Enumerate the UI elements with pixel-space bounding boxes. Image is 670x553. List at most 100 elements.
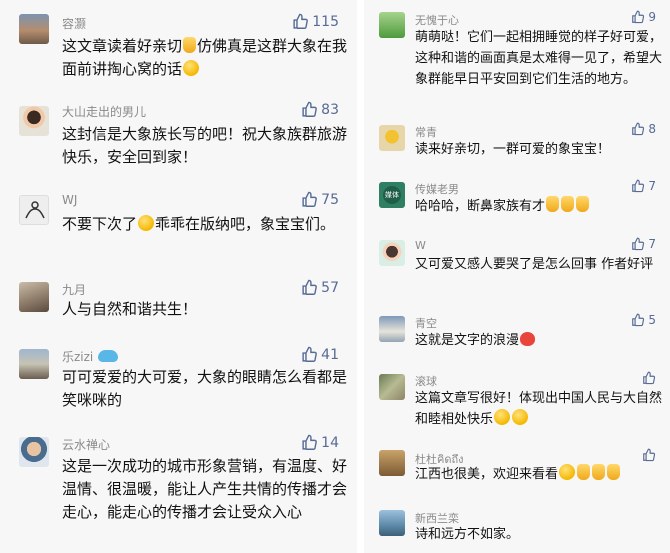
avatar[interactable] [19,349,49,379]
avatar[interactable] [379,125,405,151]
thumbs-up-emoji-icon [546,196,560,212]
like-count: 8 [648,122,656,136]
smile-emoji-icon [512,409,529,425]
thumbs-up-icon [631,237,645,251]
comment-author[interactable]: 青空 [415,315,437,331]
comment-item: 容灏 115 这文章读着好亲切 仿佛真是这群大象在我面前讲掏心窝的话 [0,0,357,88]
like-button[interactable]: 115 [292,13,339,30]
thumbs-up-emoji-icon [576,196,590,212]
like-count: 5 [648,313,656,327]
avatar[interactable] [19,282,49,312]
like-count: 7 [648,179,656,193]
comment-author[interactable]: W [415,239,426,252]
avatar[interactable] [379,12,405,38]
avatar[interactable] [379,374,405,400]
comment-item: 乐zizi 41 可可爱爱的大可爱，大象的眼睛怎么看都是笑咪咪的 [0,335,357,423]
thumbs-up-emoji-icon [561,196,575,212]
comment-author[interactable]: 无愧于心 [415,12,459,28]
sweat-emoji-icon [138,215,155,231]
comment-text: 诗和远方不如家。 [415,527,520,542]
avatar[interactable] [19,195,49,225]
like-button[interactable]: 9 [631,10,656,24]
grin-emoji-icon [183,60,200,76]
comment-text-part: 这篇文章写很好！体现出中国人民与大自然和睦相处快乐 [415,391,663,427]
like-button[interactable]: 75 [301,191,339,208]
comment-author[interactable]: WJ [62,193,77,207]
comment-text: 可可爱爱的大可爱，大象的眼睛怎么看都是笑咪咪的 [62,368,348,409]
comment-item: 常青 8 读来好亲切，一群可爱的象宝宝！ [364,113,670,170]
comment-text-part: 乖乖在版纳吧，象宝宝们。 [155,215,336,233]
comment-text-part: 江西也很美，欢迎来看看 [415,467,559,482]
avatar[interactable] [379,450,405,476]
like-button[interactable] [642,371,656,385]
comment-author-text: 乐zizi [62,350,94,364]
avatar[interactable] [379,316,405,342]
comment-text: 江西也很美，欢迎来看看 [415,464,667,485]
comment-item: 滚球 这篇文章写很好！体现出中国人民与大自然和睦相处快乐 [364,361,670,440]
thumbs-up-icon [301,434,318,451]
like-button[interactable]: 8 [631,122,656,136]
like-button[interactable]: 83 [301,101,339,118]
comments-column-right: 无愧于心 9 萌萌哒！它们一起相拥睡觉的样子好可爱，这种和谐的画面真是太难得一见… [364,0,670,553]
comment-text: 又可爱又感人要哭了是怎么回事 作者好评 [415,257,654,272]
thumbs-up-icon [292,13,309,30]
avatar[interactable] [379,510,405,536]
comment-text: 不要下次了 乖乖在版纳吧，象宝宝们。 [62,213,352,236]
comment-author[interactable]: 乐zizi [62,348,119,365]
like-count: 9 [648,10,656,24]
like-button[interactable]: 7 [631,179,656,193]
thumbs-up-emoji-icon [592,464,606,480]
avatar[interactable] [19,437,49,467]
thumbs-up-icon [631,122,645,136]
thumbs-up-icon [631,10,645,24]
comment-text: 读来好亲切，一群可爱的象宝宝！ [415,142,611,157]
smile-emoji-icon [494,409,511,425]
thumbs-up-icon [301,191,318,208]
comment-author[interactable]: 容灏 [62,15,86,32]
avatar-text: 媒体 [383,186,401,204]
like-count: 83 [321,101,339,118]
thumbs-up-emoji-icon [607,464,621,480]
comment-item: 新西兰栾 诗和远方不如家。 [364,502,670,553]
comment-text: 萌萌哒！它们一起相拥睡觉的样子好可爱，这种和谐的画面真是太难得一见了，希望大象群… [415,30,663,87]
avatar[interactable] [19,14,49,44]
thumbs-up-icon [301,346,318,363]
comment-item: WJ 75 不要下次了 乖乖在版纳吧，象宝宝们。 [0,178,357,270]
avatar[interactable]: 媒体 [379,182,405,208]
like-button[interactable] [642,448,656,462]
like-count: 41 [321,346,339,363]
like-count: 14 [321,434,339,451]
comment-item: 九月 57 人与自然和谐共生！ [0,270,357,335]
avatar[interactable] [379,240,405,266]
thumbs-up-icon [642,448,656,462]
comment-text-part: 这就是文字的浪漫 [415,333,520,348]
laugh-emoji-icon [559,464,576,480]
comment-item: 杜杜คิดถึง 江西也很美，欢迎来看看 [364,440,670,502]
comment-item: 媒体 传媒老男 7 哈哈哈，断鼻家族有才 [364,170,670,228]
thumbs-up-icon [631,179,645,193]
like-button[interactable]: 57 [301,279,339,296]
like-button[interactable]: 5 [631,313,656,327]
comment-author[interactable]: 滚球 [415,373,437,389]
comment-text-part: 不要下次了 [62,215,138,233]
comment-text: 这文章读着好亲切 仿佛真是这群大象在我面前讲掏心窝的话 [62,35,352,81]
like-button[interactable]: 14 [301,434,339,451]
thumbs-up-icon [631,313,645,327]
comment-author[interactable]: 大山走出的男儿 [62,103,146,120]
like-count: 7 [648,237,656,251]
comment-text: 这封信是大象族长写的吧！祝大象族群旅游快乐，安全回到家！ [62,125,348,166]
comment-author[interactable]: 云水禅心 [62,436,110,453]
avatar[interactable] [19,106,49,136]
thumbs-up-icon [642,371,656,385]
like-count: 115 [312,13,339,30]
comment-author[interactable]: 九月 [62,281,86,298]
comment-item: 云水禅心 14 这是一次成功的城市形象营销，有温度、好温情、很温暖，能让人产生共… [0,423,357,553]
comment-author[interactable]: 常青 [415,124,437,140]
like-button[interactable]: 41 [301,346,339,363]
heart-emoji-icon [520,332,536,346]
comment-text: 人与自然和谐共生！ [62,300,198,318]
like-button[interactable]: 7 [631,237,656,251]
comment-text: 这是一次成功的城市形象营销，有温度、好温情、很温暖，能让人产生共情的传播才会走心… [62,457,348,521]
comment-author[interactable]: 传媒老男 [415,181,459,197]
comment-text: 这就是文字的浪漫 [415,330,667,351]
